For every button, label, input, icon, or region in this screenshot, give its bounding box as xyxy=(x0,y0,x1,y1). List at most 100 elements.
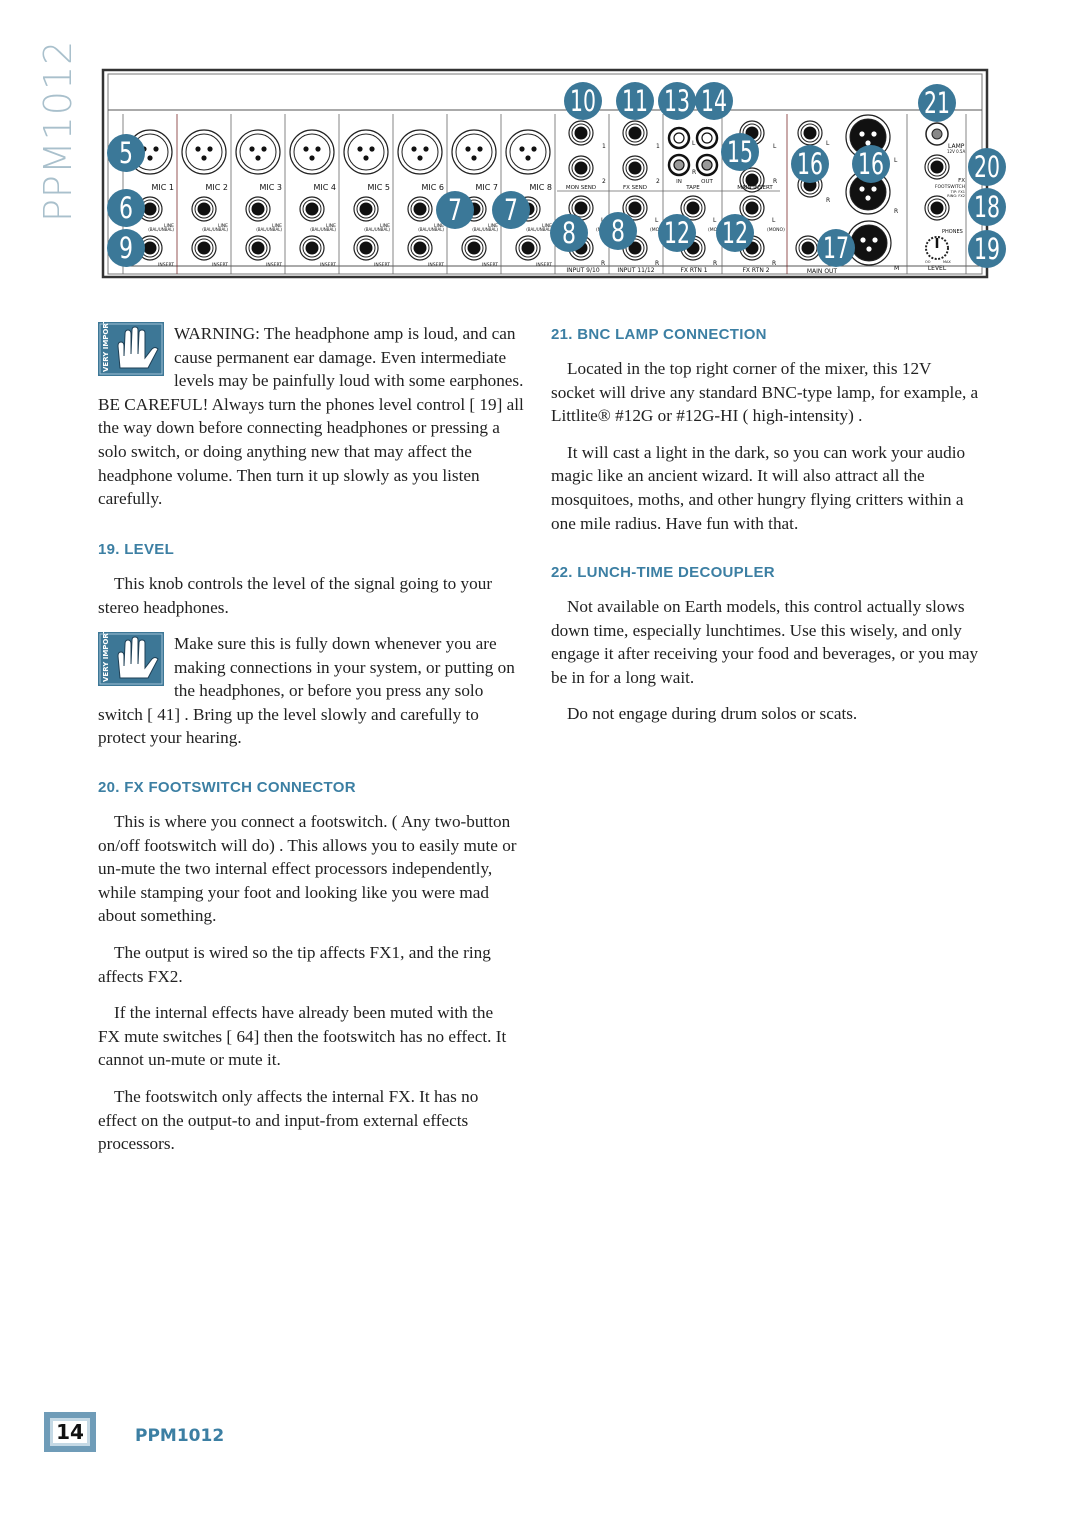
page-number: 14 xyxy=(44,1412,96,1452)
callout-16: 16 xyxy=(791,145,829,183)
callout-number: 21 xyxy=(924,86,950,120)
svg-text:VERY IMPORTANT: VERY IMPORTANT xyxy=(102,322,110,372)
panel-label: R xyxy=(655,260,659,267)
jack-hole xyxy=(143,202,157,216)
xlr-body xyxy=(401,133,439,171)
panel-label: INSERT xyxy=(374,262,390,268)
panel-label: INSERT xyxy=(212,262,228,268)
xlr-pin xyxy=(423,146,429,152)
jack-hole xyxy=(197,241,211,255)
panel-label: 2 xyxy=(656,178,660,185)
callout-17: 17 xyxy=(817,229,855,267)
callout-number: 17 xyxy=(823,231,849,265)
paragraph: This is where you connect a footswitch. … xyxy=(98,812,517,926)
panel-label: FX xyxy=(958,178,965,184)
callout-number: 8 xyxy=(562,216,576,250)
callout-11: 11 xyxy=(616,82,654,120)
xlr-pin xyxy=(207,146,213,152)
xlr-pin xyxy=(303,146,309,152)
panel-label: RING: FX2 xyxy=(947,194,965,198)
panel-label: M xyxy=(894,265,899,272)
panel-label: MIC 5 xyxy=(368,183,390,192)
panel-label: (BAL/UNBAL) xyxy=(364,227,390,232)
panel-label: MIC 4 xyxy=(314,183,336,192)
callout-9: 9 xyxy=(107,229,145,267)
panel-label: (BAL/UNBAL) xyxy=(418,227,444,232)
jack-hole xyxy=(251,241,265,255)
xlr-body xyxy=(347,133,385,171)
jack-hole xyxy=(686,201,700,215)
jack-hole xyxy=(574,126,588,140)
xlr-pin xyxy=(477,146,483,152)
jack-hole xyxy=(305,202,319,216)
jack-hole xyxy=(305,241,319,255)
rca-center xyxy=(673,159,685,171)
panel-label: (MONO) xyxy=(767,227,785,233)
callout-number: 8 xyxy=(611,214,625,248)
callout-5: 5 xyxy=(107,134,145,172)
section-22: 22. LUNCH-TIME DECOUPLER Not available o… xyxy=(551,564,979,726)
jack-hole xyxy=(413,241,427,255)
svg-text:VERY IMPORTANT: VERY IMPORTANT xyxy=(102,632,110,682)
panel-label: (BAL/UNBAL) xyxy=(310,227,336,232)
callout-number: 13 xyxy=(664,84,690,118)
panel-label: OO xyxy=(925,260,931,264)
panel-label: R xyxy=(713,260,717,267)
callout-number: 7 xyxy=(504,193,518,227)
paragraph: If the internal effects have already bee… xyxy=(98,1003,507,1070)
xlr-pin xyxy=(363,155,369,161)
panel-label: (BAL/UNBAL) xyxy=(256,227,282,232)
xlr-pin xyxy=(866,246,872,252)
jack-hole xyxy=(467,241,481,255)
callout-number: 15 xyxy=(727,135,753,169)
xlr-pin xyxy=(859,186,865,192)
heading-20-fx-footswitch: 20. FX FOOTSWITCH CONNECTOR xyxy=(98,779,356,796)
callout-number: 18 xyxy=(974,190,1000,224)
jack-hole xyxy=(359,202,373,216)
callout-19: 19 xyxy=(968,230,1006,268)
panel-label: (BAL/UNBAL) xyxy=(472,227,498,232)
callout-number: 9 xyxy=(119,231,133,265)
panel-label: (BAL/UNBAL) xyxy=(526,227,552,232)
panel-label: MON SEND xyxy=(566,185,596,191)
jack-hole xyxy=(251,202,265,216)
section-21: 21. BNC LAMP CONNECTION Located in the t… xyxy=(551,326,979,535)
xlr-pin xyxy=(249,146,255,152)
rca-center xyxy=(701,159,713,171)
xlr-pin xyxy=(147,155,153,161)
xlr-body xyxy=(185,133,223,171)
xlr-body xyxy=(293,133,331,171)
callout-number: 7 xyxy=(448,193,462,227)
callout-16: 16 xyxy=(852,145,890,183)
jack-hole xyxy=(745,201,759,215)
warning-level: VERY IMPORTANT Make sure this is fully d… xyxy=(98,632,530,750)
panel-label: R xyxy=(894,208,898,215)
section-20: 20. FX FOOTSWITCH CONNECTOR This is wher… xyxy=(98,779,530,1156)
jack-hole xyxy=(628,201,642,215)
callout-20: 20 xyxy=(968,148,1006,186)
xlr-body xyxy=(239,133,277,171)
jack-hole xyxy=(930,160,944,174)
paragraph: Do not engage during drum solos or scats… xyxy=(567,704,858,724)
callout-number: 11 xyxy=(622,84,648,118)
panel-label: IN xyxy=(676,179,682,185)
xlr-pin xyxy=(471,155,477,161)
callout-number: 12 xyxy=(722,216,748,250)
callout-8: 8 xyxy=(599,212,637,250)
xlr-pin xyxy=(315,146,321,152)
xlr-pin xyxy=(525,155,531,161)
panel-label: INPUT 11/12 xyxy=(617,267,654,274)
callout-number: 19 xyxy=(974,232,1000,266)
panel-label: R xyxy=(826,197,830,204)
callout-number: 16 xyxy=(797,147,823,181)
rear-panel-diagram: MIC 1LINE(BAL/UNBAL)INSERTMIC 2LINE(BAL/… xyxy=(101,68,1006,279)
xlr-pin xyxy=(531,146,537,152)
panel-label: MIC 7 xyxy=(476,183,498,192)
jack-hole xyxy=(359,241,373,255)
panel-label: (BAL/UNBAL) xyxy=(148,227,174,232)
xlr-body xyxy=(455,133,493,171)
footer-title: PPM1012 xyxy=(135,1426,225,1446)
xlr-pin xyxy=(357,146,363,152)
callout-number: 6 xyxy=(119,191,133,225)
panel-label: 1 xyxy=(602,143,606,150)
